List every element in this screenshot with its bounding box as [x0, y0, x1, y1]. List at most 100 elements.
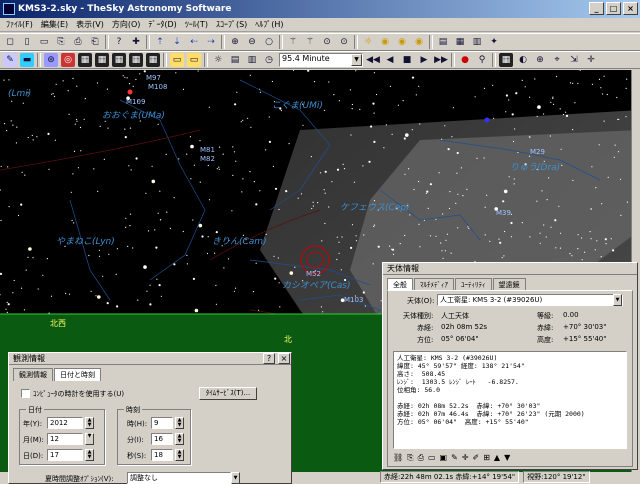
menu-data[interactable]: ﾃﾞｰﾀ(D)	[144, 19, 180, 30]
save-icon[interactable]: ▭	[37, 35, 51, 49]
telescope-icon[interactable]: ⚲	[475, 53, 489, 67]
record-icon[interactable]: ●	[458, 53, 472, 67]
down-icon[interactable]: ▼	[504, 453, 510, 465]
time-service-button[interactable]: ﾀｲﾑｻｰﾋﾞｽ(T)...	[199, 387, 257, 400]
moon-icon[interactable]: ◉	[378, 35, 392, 49]
observatory-icon[interactable]: ⚚	[303, 35, 317, 49]
up-icon[interactable]: ▲	[494, 453, 500, 465]
hour-input[interactable]: 9	[151, 417, 173, 429]
image-icon[interactable]: ▣	[440, 453, 448, 465]
scope-target-icon[interactable]: ⊕	[533, 53, 547, 67]
grid-icon[interactable]: ⊞	[483, 453, 490, 465]
object-marker[interactable]	[484, 117, 490, 123]
milky-way-icon[interactable]: ▦	[112, 53, 126, 67]
zoom-in-icon[interactable]: ⊕	[228, 35, 242, 49]
day-input[interactable]: 17	[47, 449, 83, 461]
copy-icon[interactable]: ⎘	[407, 453, 413, 465]
stack-icon[interactable]: ▤	[228, 53, 242, 67]
moon-icon[interactable]: ◉	[412, 35, 426, 49]
galaxy-icon[interactable]: ▦	[146, 53, 160, 67]
left-arrow-icon[interactable]: ⇠	[187, 35, 201, 49]
print-icon[interactable]: ⎙	[71, 35, 85, 49]
up-arrow-icon[interactable]: ⇡	[153, 35, 167, 49]
chart-icon[interactable]: ▦	[499, 53, 513, 67]
menu-view[interactable]: 表示(V)	[72, 19, 108, 30]
observatory-icon[interactable]: ⚚	[286, 35, 300, 49]
tab-date-time[interactable]: 日付と時刻	[54, 368, 101, 381]
clock-icon[interactable]: ◷	[262, 53, 276, 67]
right-arrow-icon[interactable]: ⇢	[204, 35, 218, 49]
crosshair-icon[interactable]: ✚	[129, 35, 143, 49]
time-step-select[interactable]: 95.4 Minute ▼	[279, 53, 363, 67]
hour-stepper[interactable]: ▲ ▼	[175, 417, 184, 429]
year-input[interactable]: 2012	[47, 417, 83, 429]
filter-icon[interactable]: ⌖	[550, 53, 564, 67]
star-field-icon[interactable]: ▦	[78, 53, 92, 67]
down-arrow-icon[interactable]: ⇣	[170, 35, 184, 49]
second-input[interactable]: 18	[151, 449, 173, 461]
zoom-out-icon[interactable]: ⊖	[245, 35, 259, 49]
minute-stepper[interactable]: ▲ ▼	[175, 433, 184, 445]
menu-file[interactable]: ﾌｧｲﾙ(F)	[2, 19, 37, 30]
help-button[interactable]: ?	[263, 353, 275, 364]
horizon-icon[interactable]: ▬	[20, 53, 34, 67]
object-name-select[interactable]: 人工衛星: KMS 3-2 (#39026U)	[437, 294, 623, 306]
close-button[interactable]: ×	[623, 2, 638, 15]
planet-icon[interactable]: ⊙	[337, 35, 351, 49]
star-icon[interactable]: ✦	[487, 35, 501, 49]
year-stepper[interactable]: ▲ ▼	[85, 417, 94, 429]
minimize-button[interactable]: _	[589, 2, 604, 15]
tab-observation[interactable]: 観測情報	[13, 368, 53, 381]
menu-help[interactable]: ﾍﾙﾌﾟ(H)	[251, 19, 287, 30]
second-stepper[interactable]: ▲ ▼	[175, 449, 184, 461]
center-icon[interactable]: ✛	[462, 453, 469, 465]
object-marker[interactable]	[127, 89, 133, 95]
layers-icon[interactable]: ▥	[245, 53, 259, 67]
rewind-button[interactable]: ◀◀	[366, 53, 380, 67]
crosshair-icon[interactable]: ✛	[584, 53, 598, 67]
menu-scope[interactable]: ｽｺｰﾌﾟ(S)	[212, 19, 251, 30]
dialog-close-button[interactable]: ×	[278, 353, 290, 364]
menu-tools[interactable]: ﾂｰﾙ(T)	[181, 19, 212, 30]
help-icon[interactable]: ?	[112, 35, 126, 49]
fast-forward-button[interactable]: ▶▶	[434, 53, 448, 67]
menu-edit[interactable]: 編集(E)	[37, 19, 72, 30]
chevron-down-icon[interactable]: ▼	[351, 54, 362, 66]
table-icon[interactable]: ▥	[470, 35, 484, 49]
link-icon[interactable]: ⛓	[393, 453, 403, 465]
maximize-button[interactable]: □	[606, 2, 621, 15]
print-preview-icon[interactable]: ⎗	[88, 35, 102, 49]
folder-open-icon[interactable]: ▭	[187, 53, 201, 67]
pencil-icon[interactable]: ✎	[3, 53, 17, 67]
object-details-text[interactable]: 人工衛星: KMS 3-2 (#39026U) 緯度: 45° 59'57" 経…	[393, 351, 627, 449]
print-icon[interactable]: ⎙	[418, 453, 424, 465]
folder-icon[interactable]: ▭	[170, 53, 184, 67]
grid-icon[interactable]: ▦	[453, 35, 467, 49]
new-icon[interactable]: ◻	[3, 35, 17, 49]
month-stepper[interactable]: ▼	[85, 433, 94, 445]
target-icon[interactable]: ◎	[61, 53, 75, 67]
moon-icon[interactable]: ◉	[395, 35, 409, 49]
minute-input[interactable]: 16	[151, 433, 173, 445]
edit-icon[interactable]: ✎	[451, 453, 458, 465]
grid-icon[interactable]: ⊛	[44, 53, 58, 67]
menu-orientation[interactable]: 方向(O)	[108, 19, 145, 30]
deep-sky-icon[interactable]: ▦	[95, 53, 109, 67]
slew-icon[interactable]: ⇲	[567, 53, 581, 67]
nebula-icon[interactable]: ▦	[129, 53, 143, 67]
dial-icon[interactable]: ◐	[516, 53, 530, 67]
stop-button[interactable]: ■	[400, 53, 414, 67]
use-pc-clock-checkbox[interactable]	[21, 389, 30, 398]
chevron-down-icon[interactable]: ▼	[613, 294, 622, 306]
folder-icon[interactable]: ▭	[428, 453, 436, 465]
planet-icon[interactable]: ⊙	[320, 35, 334, 49]
circle-icon[interactable]: ○	[262, 35, 276, 49]
copy-icon[interactable]: ⎘	[54, 35, 68, 49]
open-icon[interactable]: ▯	[20, 35, 34, 49]
play-button[interactable]: ▶	[417, 53, 431, 67]
step-back-button[interactable]: ◀	[383, 53, 397, 67]
month-select[interactable]: 12	[47, 433, 83, 445]
catalog-icon[interactable]: ▤	[436, 35, 450, 49]
label-icon[interactable]: ✐	[473, 453, 480, 465]
sun-icon[interactable]: ☼	[361, 35, 375, 49]
